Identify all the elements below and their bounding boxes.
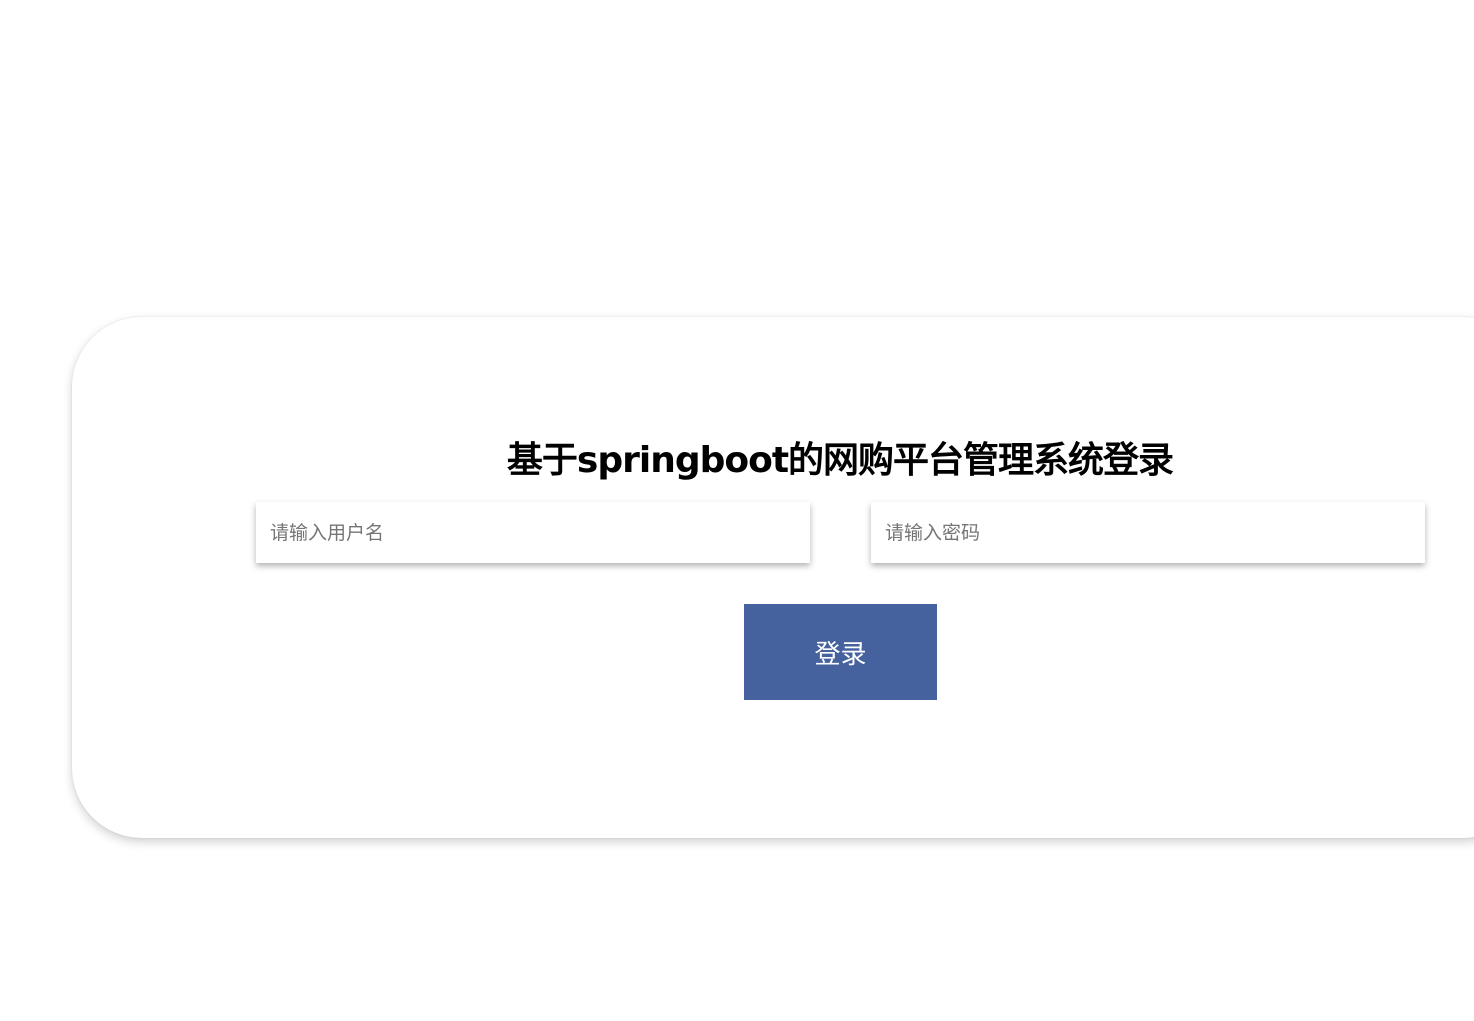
login-card [72,317,1474,838]
password-input[interactable] [871,502,1425,563]
login-button[interactable]: 登录 [744,604,937,700]
username-input[interactable] [256,502,810,563]
password-field [871,502,1425,563]
username-field [256,502,810,563]
login-page: 基于springboot的网购平台管理系统登录 登录 [0,0,1474,1021]
page-title: 基于springboot的网购平台管理系统登录 [506,440,1174,481]
